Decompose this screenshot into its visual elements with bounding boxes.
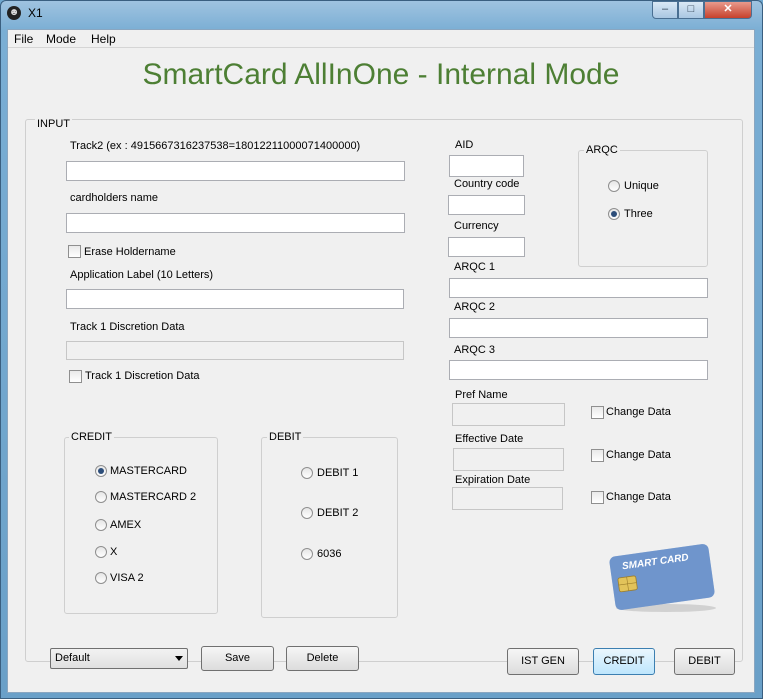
minimize-button[interactable]: – <box>652 1 678 19</box>
radio-arqc-unique-label: Unique <box>624 180 659 192</box>
profile-select[interactable]: Default <box>50 648 188 669</box>
effective-date-input[interactable] <box>453 448 564 471</box>
expiration-date-label: Expiration Date <box>455 474 531 486</box>
erase-holdername-checkbox[interactable] <box>68 245 81 258</box>
credit-button[interactable]: CREDIT <box>593 648 655 675</box>
maximize-button[interactable]: □ <box>678 1 704 19</box>
expiration-date-change-label: Change Data <box>606 491 671 503</box>
pref-name-change-label: Change Data <box>606 406 671 418</box>
radio-debit-1-label: DEBIT 1 <box>317 467 359 479</box>
window-title: X1 <box>28 6 43 20</box>
arqc-group-label: ARQC <box>584 144 620 156</box>
currency-label: Currency <box>454 220 499 232</box>
track1-checkbox-label: Track 1 Discretion Data <box>85 370 200 382</box>
radio-visa-2-label: VISA 2 <box>110 572 144 584</box>
arqc1-input[interactable] <box>449 278 708 298</box>
debit-button[interactable]: DEBIT <box>674 648 735 675</box>
radio-mastercard-2[interactable] <box>95 491 107 503</box>
ist-gen-button[interactable]: IST GEN <box>507 648 579 675</box>
track1-label: Track 1 Discretion Data <box>70 321 185 333</box>
app-window: ☻ X1 – □ ✕ File Mode Help SmartCard AllI… <box>0 0 763 699</box>
app-icon: ☻ <box>7 6 21 20</box>
aid-input[interactable] <box>449 155 524 177</box>
track2-label: Track2 (ex : 4915667316237538=1801221100… <box>70 140 361 152</box>
arqc2-label: ARQC 2 <box>454 301 495 313</box>
radio-amex[interactable] <box>95 519 107 531</box>
radio-6036-label: 6036 <box>317 548 342 560</box>
aid-label: AID <box>455 139 474 151</box>
delete-button[interactable]: Delete <box>286 646 359 671</box>
erase-holdername-label: Erase Holdername <box>84 246 176 258</box>
radio-mastercard[interactable] <box>95 465 107 477</box>
application-label-input[interactable] <box>66 289 404 309</box>
chevron-down-icon <box>175 656 183 661</box>
radio-amex-label: AMEX <box>110 519 142 531</box>
radio-6036[interactable] <box>301 548 313 560</box>
menu-help[interactable]: Help <box>91 32 116 46</box>
title-bar: ☻ X1 – □ ✕ <box>1 1 762 27</box>
country-code-label: Country code <box>454 178 520 190</box>
arqc3-label: ARQC 3 <box>454 344 495 356</box>
smart-card-image: SMART CARD <box>609 544 716 612</box>
application-label-label: Application Label (10 Letters) <box>70 269 214 281</box>
profile-select-value: Default <box>55 652 90 664</box>
expiration-date-change-checkbox[interactable] <box>591 491 604 504</box>
arqc2-input[interactable] <box>449 318 708 338</box>
debit-group <box>261 437 398 618</box>
page-title: SmartCard AllInOne - Internal Mode <box>142 58 620 91</box>
currency-input[interactable] <box>448 237 525 257</box>
pref-name-change-checkbox[interactable] <box>591 406 604 419</box>
radio-visa-2[interactable] <box>95 572 107 584</box>
effective-date-change-label: Change Data <box>606 449 671 461</box>
arqc3-input[interactable] <box>449 360 708 380</box>
radio-mastercard-2-label: MASTERCARD 2 <box>110 491 197 503</box>
radio-arqc-unique[interactable] <box>608 180 620 192</box>
radio-debit-2[interactable] <box>301 507 313 519</box>
client-area: File Mode Help SmartCard AllInOne - Inte… <box>7 29 755 693</box>
radio-mastercard-label: MASTERCARD <box>110 465 188 477</box>
effective-date-change-checkbox[interactable] <box>591 449 604 462</box>
debit-group-label: DEBIT <box>267 431 304 443</box>
menu-mode[interactable]: Mode <box>46 32 76 46</box>
menu-bar: File Mode Help <box>8 30 754 48</box>
track1-input[interactable] <box>66 341 404 360</box>
credit-group-label: CREDIT <box>69 431 114 443</box>
input-group-label: INPUT <box>35 118 72 130</box>
effective-date-label: Effective Date <box>455 433 524 445</box>
save-button[interactable]: Save <box>201 646 274 671</box>
cardholder-label: cardholders name <box>70 192 159 204</box>
cardholder-name-input[interactable] <box>66 213 405 233</box>
radio-x[interactable] <box>95 546 107 558</box>
radio-arqc-three-label: Three <box>624 208 653 220</box>
track1-checkbox[interactable] <box>69 370 82 383</box>
pref-name-input[interactable] <box>452 403 565 426</box>
pref-name-label: Pref Name <box>455 389 508 401</box>
expiration-date-input[interactable] <box>452 487 563 510</box>
menu-file[interactable]: File <box>14 32 33 46</box>
radio-x-label: X <box>110 546 118 558</box>
radio-debit-2-label: DEBIT 2 <box>317 507 359 519</box>
close-button[interactable]: ✕ <box>704 1 752 19</box>
track2-input[interactable] <box>66 161 405 181</box>
radio-arqc-three[interactable] <box>608 208 620 220</box>
arqc1-label: ARQC 1 <box>454 261 495 273</box>
country-code-input[interactable] <box>448 195 525 215</box>
radio-debit-1[interactable] <box>301 467 313 479</box>
